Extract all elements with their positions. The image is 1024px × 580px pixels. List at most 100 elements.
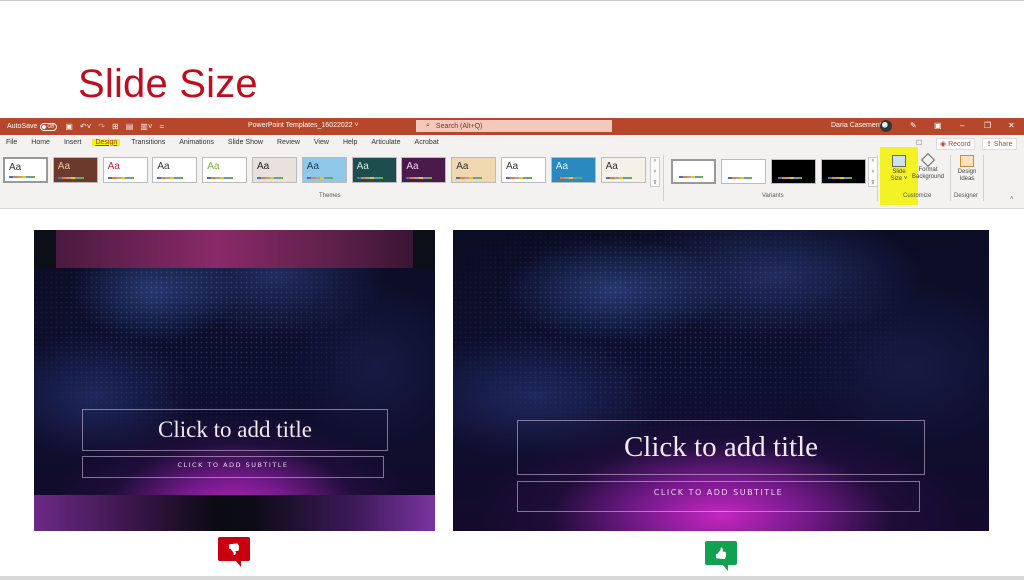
variant-thumbnail[interactable] [821, 159, 866, 184]
themes-group-label: Themes [319, 193, 341, 199]
group-separator [983, 155, 984, 201]
collapse-ribbon-icon[interactable]: ˄ [1010, 196, 1014, 202]
theme-sample-text: Aa [605, 161, 618, 172]
minimize-icon[interactable]: – [960, 121, 964, 130]
subtitle-placeholder[interactable]: CLICK TO ADD SUBTITLE [517, 481, 920, 512]
theme-sample-text: Aa [406, 161, 419, 172]
document-title[interactable]: PowerPoint Templates_16022022 ˅ [248, 122, 359, 129]
theme-sample-text: Aa [506, 161, 519, 172]
variant-thumbnail[interactable] [721, 159, 766, 184]
theme-color-bar [605, 177, 632, 179]
design-ideas-button[interactable]: Design Ideas [953, 155, 981, 183]
slide-preview-16x9: Click to add title CLICK TO ADD SUBTITLE [453, 230, 989, 531]
tab-help[interactable]: Help [343, 139, 357, 146]
quick-access-toolbar: ▣ ↶˅ ↷ ⊞ ▤ ▥˅ = [65, 122, 164, 131]
close-icon[interactable]: ✕ [1008, 121, 1015, 130]
designer-group-label: Designer [954, 193, 979, 199]
title-placeholder[interactable]: Click to add title [82, 409, 388, 451]
theme-sample-text: Aa [157, 161, 170, 172]
theme-thumbnail[interactable]: Aa [501, 157, 546, 183]
theme-color-bar [57, 177, 84, 179]
top-border [0, 0, 1024, 1]
group-separator [663, 155, 664, 201]
user-name[interactable]: Daria Casement [831, 122, 882, 129]
restore-icon[interactable]: ❐ [984, 121, 991, 130]
theme-thumbnail[interactable]: Aa [550, 157, 596, 183]
subtitle-placeholder[interactable]: CLICK TO ADD SUBTITLE [82, 456, 384, 478]
page-title: Slide Size [78, 62, 258, 106]
tab-insert[interactable]: Insert [64, 139, 82, 146]
search-icon: ⌕ [426, 122, 430, 129]
slide-background [34, 230, 435, 531]
redo-icon[interactable]: ↷ [98, 122, 105, 131]
theme-thumbnail[interactable]: Aa [600, 157, 646, 183]
theme-sample-text: Aa [9, 162, 22, 173]
undo-icon[interactable]: ↶˅ [80, 122, 91, 131]
theme-color-bar [406, 177, 433, 179]
group-separator [950, 155, 951, 201]
slide-size-icon [892, 155, 906, 167]
search-input[interactable]: ⌕ Search (Alt+Q) [416, 120, 612, 132]
theme-color-bar [356, 177, 383, 179]
letterbox-bottom [34, 495, 435, 531]
variant-color-bar [728, 177, 752, 179]
theme-thumbnail[interactable]: Aa [301, 157, 347, 183]
theme-color-bar [456, 177, 483, 179]
ribbon-display-icon[interactable]: ▣ [934, 121, 942, 130]
pen-icon[interactable]: ✎ [910, 121, 917, 130]
share-icon: ⇪ [986, 141, 992, 148]
tab-design[interactable]: Design [92, 138, 121, 146]
ribbon-tabs: File Home Insert Design Transitions Animation… [0, 135, 1024, 149]
customize-toolbar-icon[interactable]: = [160, 122, 165, 131]
theme-sample-text: Aa [257, 161, 270, 172]
theme-sample-text: Aa [107, 161, 120, 172]
group-separator [877, 155, 878, 201]
variant-thumbnail[interactable] [671, 159, 716, 184]
autosave-toggle[interactable]: Off [40, 122, 58, 131]
thumbs-up-icon: 👍 [705, 541, 737, 571]
theme-color-bar [306, 177, 333, 179]
theme-sample-text: Aa [356, 161, 369, 172]
tab-transitions[interactable]: Transitions [131, 139, 165, 146]
thumbs-down-icon: 👎 [218, 537, 250, 567]
theme-thumbnail[interactable]: Aa [351, 157, 397, 183]
save-icon[interactable]: ▣ [65, 122, 73, 131]
theme-color-bar [107, 177, 134, 179]
theme-sample-text: Aa [306, 161, 320, 172]
title-placeholder[interactable]: Click to add title [517, 420, 925, 475]
theme-thumbnail[interactable]: Aa [202, 157, 248, 183]
share-button[interactable]: ⇪ Share [982, 138, 1017, 150]
autosave-control[interactable]: AutoSave Off [7, 122, 58, 131]
design-ideas-icon [960, 155, 974, 167]
theme-thumbnail[interactable]: Aa [152, 157, 198, 183]
theme-thumbnail[interactable]: Aa [252, 157, 297, 183]
tab-home[interactable]: Home [31, 139, 50, 146]
themes-gallery-scroll[interactable]: ˄ ˅ ⊽ [650, 157, 660, 187]
comment-icon[interactable]: ☐ [916, 139, 922, 147]
theme-thumbnail[interactable]: Aa [451, 157, 497, 183]
tab-acrobat[interactable]: Acrobat [415, 139, 439, 146]
tab-articulate[interactable]: Articulate [371, 139, 400, 146]
theme-color-bar [257, 177, 283, 179]
theme-thumbnail[interactable]: Aa [3, 157, 48, 183]
present-icon[interactable]: ⊞ [112, 122, 119, 131]
theme-thumbnail[interactable]: Aa [102, 157, 148, 183]
format-background-button[interactable]: Format Background [910, 152, 946, 181]
tab-review[interactable]: Review [277, 139, 300, 146]
tab-view[interactable]: View [314, 139, 329, 146]
record-button[interactable]: ◉ Record [936, 138, 975, 150]
bottom-border [0, 576, 1024, 580]
theme-sample-text: Aa [456, 161, 469, 172]
search-placeholder: Search (Alt+Q) [435, 122, 483, 130]
format-icon[interactable]: ▥˅ [140, 122, 152, 131]
variant-thumbnail[interactable] [771, 159, 816, 184]
tab-slide-show[interactable]: Slide Show [228, 139, 263, 146]
avatar[interactable] [880, 120, 892, 132]
theme-thumbnail[interactable]: Aa [401, 157, 447, 183]
new-slide-icon[interactable]: ▤ [126, 122, 134, 131]
tab-file[interactable]: File [6, 139, 17, 146]
theme-color-bar [9, 176, 35, 178]
theme-thumbnail[interactable]: Aa [52, 157, 98, 183]
tab-animations[interactable]: Animations [179, 139, 214, 146]
theme-color-bar [157, 177, 184, 179]
